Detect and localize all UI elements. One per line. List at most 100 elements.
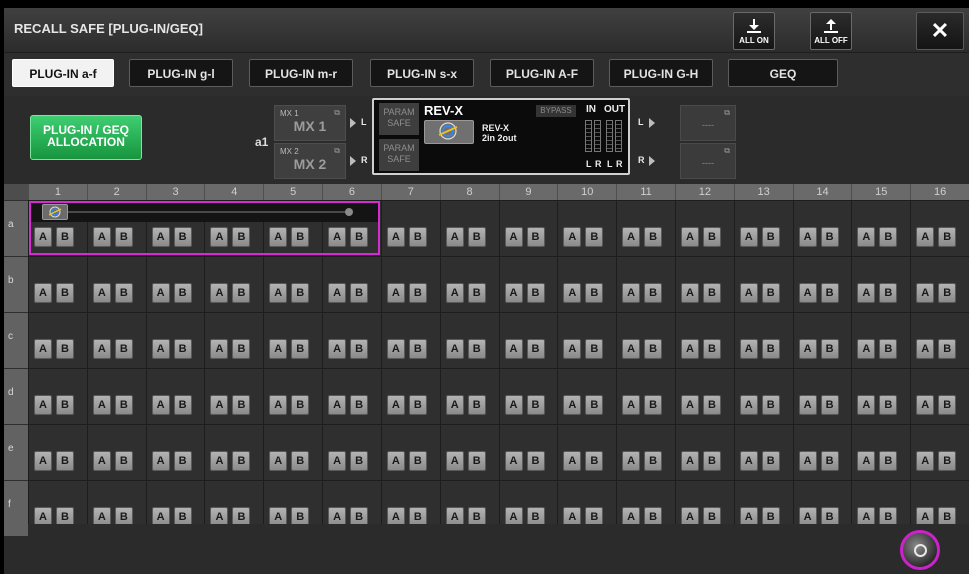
recall-safe-b1-a-button[interactable]: A (34, 283, 52, 303)
recall-safe-a11-b-button[interactable]: B (644, 227, 663, 247)
recall-safe-c9-a-button[interactable]: A (504, 339, 523, 359)
output-patch-2[interactable]: ⧉ ---- (680, 143, 736, 179)
recall-safe-b4-a-button[interactable]: A (210, 283, 229, 303)
tab-plugin-upper-a-f[interactable]: PLUG-IN A-F (490, 59, 594, 87)
recall-safe-d2-a-button[interactable]: A (92, 395, 111, 415)
recall-safe-b1-b-button[interactable]: B (56, 283, 74, 303)
recall-safe-d12-b-button[interactable]: B (702, 395, 721, 415)
recall-safe-b6-a-button[interactable]: A (328, 283, 347, 303)
recall-safe-e4-a-button[interactable]: A (210, 451, 229, 471)
recall-safe-b14-b-button[interactable]: B (820, 283, 839, 303)
recall-safe-a14-a-button[interactable]: A (798, 227, 817, 247)
recall-safe-c15-a-button[interactable]: A (857, 339, 876, 359)
recall-safe-d5-b-button[interactable]: B (291, 395, 310, 415)
recall-safe-e16-b-button[interactable]: B (938, 451, 957, 471)
recall-safe-c8-b-button[interactable]: B (467, 339, 486, 359)
recall-safe-e2-a-button[interactable]: A (92, 451, 111, 471)
recall-safe-a5-b-button[interactable]: B (291, 227, 310, 247)
recall-safe-e16-a-button[interactable]: A (916, 451, 935, 471)
recall-safe-b3-a-button[interactable]: A (151, 283, 170, 303)
recall-safe-b8-b-button[interactable]: B (467, 283, 486, 303)
recall-safe-e5-b-button[interactable]: B (291, 451, 310, 471)
recall-safe-d11-b-button[interactable]: B (644, 395, 663, 415)
recall-safe-e6-a-button[interactable]: A (328, 451, 347, 471)
recall-safe-a15-b-button[interactable]: B (879, 227, 898, 247)
all-on-button[interactable]: ALL ON (733, 12, 775, 50)
param-safe-top-button[interactable]: PARAM SAFE (379, 103, 419, 135)
recall-safe-e10-b-button[interactable]: B (585, 451, 604, 471)
recall-safe-b15-a-button[interactable]: A (857, 283, 876, 303)
recall-safe-d5-a-button[interactable]: A (269, 395, 288, 415)
recall-safe-c5-a-button[interactable]: A (269, 339, 288, 359)
recall-safe-e9-a-button[interactable]: A (504, 451, 523, 471)
recall-safe-a2-a-button[interactable]: A (92, 227, 111, 247)
recall-safe-c1-b-button[interactable]: B (56, 339, 74, 359)
recall-safe-b10-a-button[interactable]: A (563, 283, 582, 303)
recall-safe-b2-b-button[interactable]: B (114, 283, 133, 303)
recall-safe-c2-b-button[interactable]: B (114, 339, 133, 359)
recall-safe-d12-a-button[interactable]: A (680, 395, 699, 415)
recall-safe-b15-b-button[interactable]: B (879, 283, 898, 303)
recall-safe-a10-a-button[interactable]: A (563, 227, 582, 247)
recall-safe-d14-a-button[interactable]: A (798, 395, 817, 415)
recall-safe-d15-b-button[interactable]: B (879, 395, 898, 415)
recall-safe-a4-b-button[interactable]: B (232, 227, 251, 247)
recall-safe-e8-b-button[interactable]: B (467, 451, 486, 471)
recall-safe-c5-b-button[interactable]: B (291, 339, 310, 359)
recall-safe-d6-b-button[interactable]: B (350, 395, 369, 415)
recall-safe-b8-a-button[interactable]: A (445, 283, 464, 303)
recall-safe-d16-b-button[interactable]: B (938, 395, 957, 415)
recall-safe-c13-a-button[interactable]: A (739, 339, 758, 359)
recall-safe-a6-a-button[interactable]: A (328, 227, 347, 247)
recall-safe-d8-a-button[interactable]: A (445, 395, 464, 415)
recall-safe-e5-a-button[interactable]: A (269, 451, 288, 471)
recall-safe-a12-b-button[interactable]: B (702, 227, 721, 247)
param-safe-bottom-button[interactable]: PARAM SAFE (379, 139, 419, 171)
recall-safe-a8-b-button[interactable]: B (467, 227, 486, 247)
all-off-button[interactable]: ALL OFF (810, 12, 852, 50)
recall-safe-b7-b-button[interactable]: B (408, 283, 427, 303)
recall-safe-c1-a-button[interactable]: A (34, 339, 52, 359)
recall-safe-c10-a-button[interactable]: A (563, 339, 582, 359)
recall-safe-e11-b-button[interactable]: B (644, 451, 663, 471)
recall-safe-a7-b-button[interactable]: B (408, 227, 427, 247)
recall-safe-d14-b-button[interactable]: B (820, 395, 839, 415)
recall-safe-e12-b-button[interactable]: B (702, 451, 721, 471)
recall-safe-a5-a-button[interactable]: A (269, 227, 288, 247)
recall-safe-a1-b-button[interactable]: B (56, 227, 74, 247)
recall-safe-d13-b-button[interactable]: B (761, 395, 780, 415)
recall-safe-d11-a-button[interactable]: A (622, 395, 641, 415)
recall-safe-d1-b-button[interactable]: B (56, 395, 74, 415)
recall-safe-c9-b-button[interactable]: B (526, 339, 545, 359)
recall-safe-d15-a-button[interactable]: A (857, 395, 876, 415)
recall-safe-d4-a-button[interactable]: A (210, 395, 229, 415)
bypass-button[interactable]: BYPASS (536, 105, 576, 117)
recall-safe-b13-b-button[interactable]: B (761, 283, 780, 303)
recall-safe-a3-a-button[interactable]: A (151, 227, 170, 247)
recall-safe-c4-b-button[interactable]: B (232, 339, 251, 359)
recall-safe-c6-a-button[interactable]: A (328, 339, 347, 359)
input-patch-2[interactable]: MX 2 ⧉ MX 2 (274, 143, 346, 179)
recall-safe-a1-a-button[interactable]: A (34, 227, 52, 247)
recall-safe-b5-b-button[interactable]: B (291, 283, 310, 303)
recall-safe-e13-a-button[interactable]: A (739, 451, 758, 471)
tab-plugin-a-f[interactable]: PLUG-IN a-f (12, 59, 114, 87)
recall-safe-b6-b-button[interactable]: B (350, 283, 369, 303)
recall-safe-b3-b-button[interactable]: B (173, 283, 192, 303)
recall-safe-b7-a-button[interactable]: A (386, 283, 405, 303)
recall-safe-d7-a-button[interactable]: A (386, 395, 405, 415)
recall-safe-d13-a-button[interactable]: A (739, 395, 758, 415)
recall-safe-e13-b-button[interactable]: B (761, 451, 780, 471)
recall-safe-b11-b-button[interactable]: B (644, 283, 663, 303)
recall-safe-b9-a-button[interactable]: A (504, 283, 523, 303)
recall-safe-d6-a-button[interactable]: A (328, 395, 347, 415)
recall-safe-a16-a-button[interactable]: A (916, 227, 935, 247)
recall-safe-a16-b-button[interactable]: B (938, 227, 957, 247)
recall-safe-c11-b-button[interactable]: B (644, 339, 663, 359)
recall-safe-a7-a-button[interactable]: A (386, 227, 405, 247)
recall-safe-c7-b-button[interactable]: B (408, 339, 427, 359)
tab-plugin-g-l[interactable]: PLUG-IN g-l (129, 59, 233, 87)
recall-safe-d9-a-button[interactable]: A (504, 395, 523, 415)
recall-safe-b14-a-button[interactable]: A (798, 283, 817, 303)
output-patch-1[interactable]: ⧉ ---- (680, 105, 736, 141)
